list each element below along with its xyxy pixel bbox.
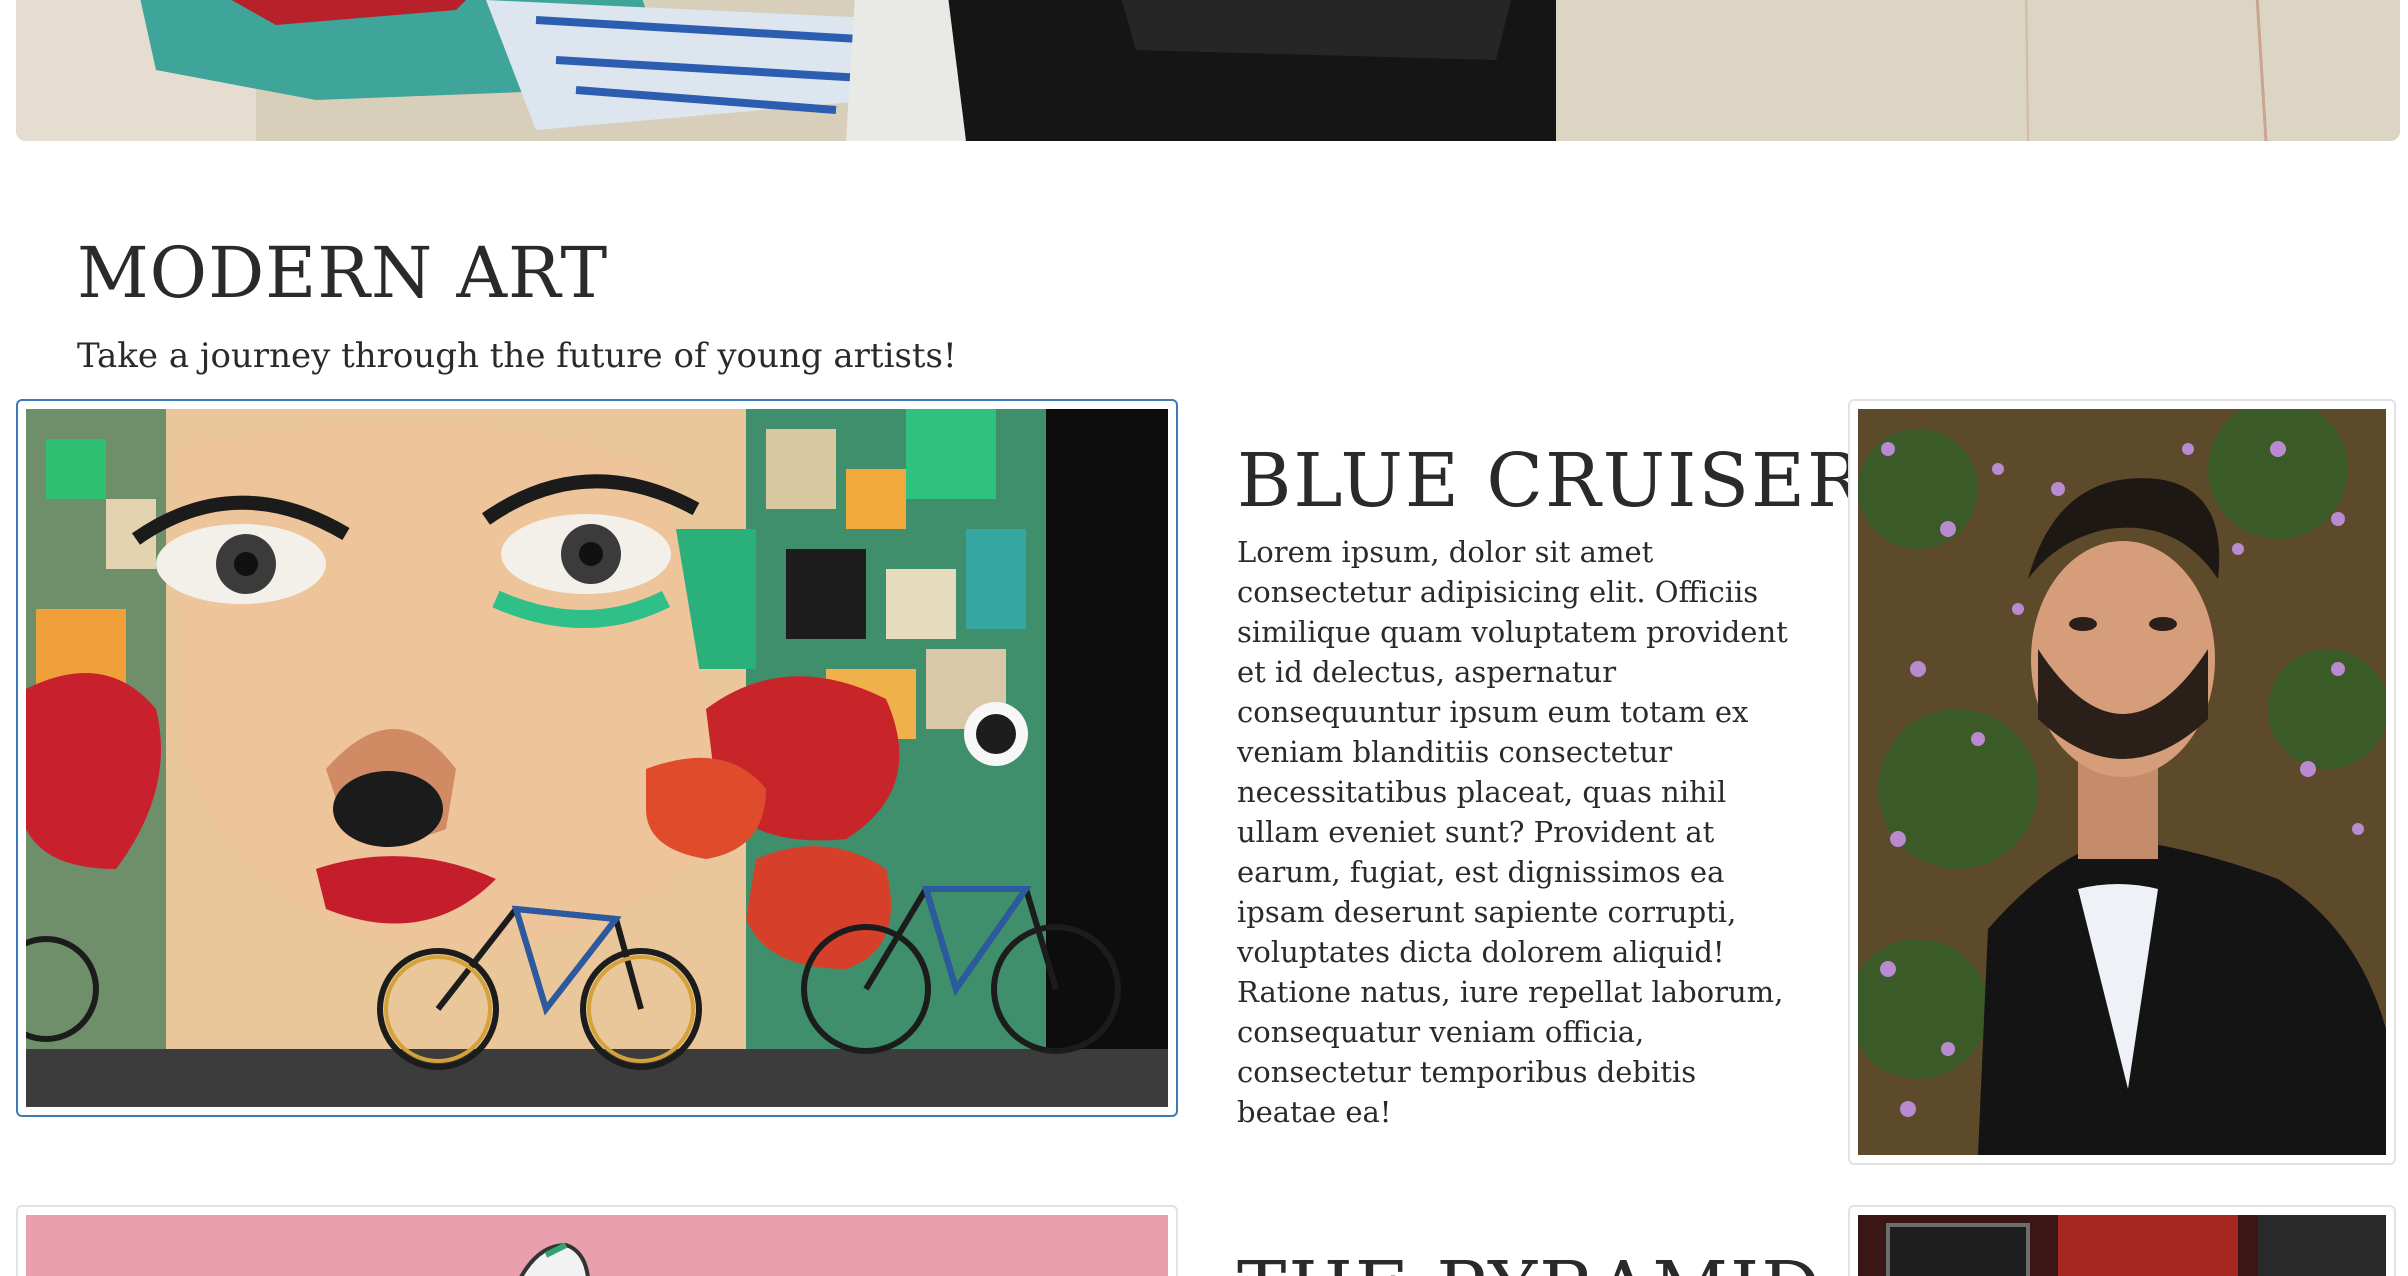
hero-banner-image [16, 0, 2400, 141]
graffiti-mural-bicycles-image [26, 409, 1168, 1107]
artwork-card-blue-cruiser[interactable] [16, 399, 1178, 1117]
artist-portrait-card[interactable] [1848, 399, 2396, 1165]
pink-wall-mural-image [26, 1215, 1168, 1276]
artwork-card-the-pyramid[interactable] [16, 1205, 1178, 1276]
artwork-title: THE PYRAMID [1237, 1252, 1823, 1276]
artist-portrait-card[interactable] [1848, 1205, 2396, 1276]
section-subtitle: Take a journey through the future of you… [77, 336, 957, 376]
artwork-description: Lorem ipsum, dolor sit amet consectetur … [1237, 535, 1788, 1129]
page: MODERN ART Take a journey through the fu… [0, 0, 2408, 1276]
man-portrait-image [1858, 409, 2386, 1155]
red-interior-image [1858, 1215, 2386, 1276]
section-title: MODERN ART [77, 232, 609, 314]
artwork-title: BLUE CRUISER [1237, 438, 1865, 524]
